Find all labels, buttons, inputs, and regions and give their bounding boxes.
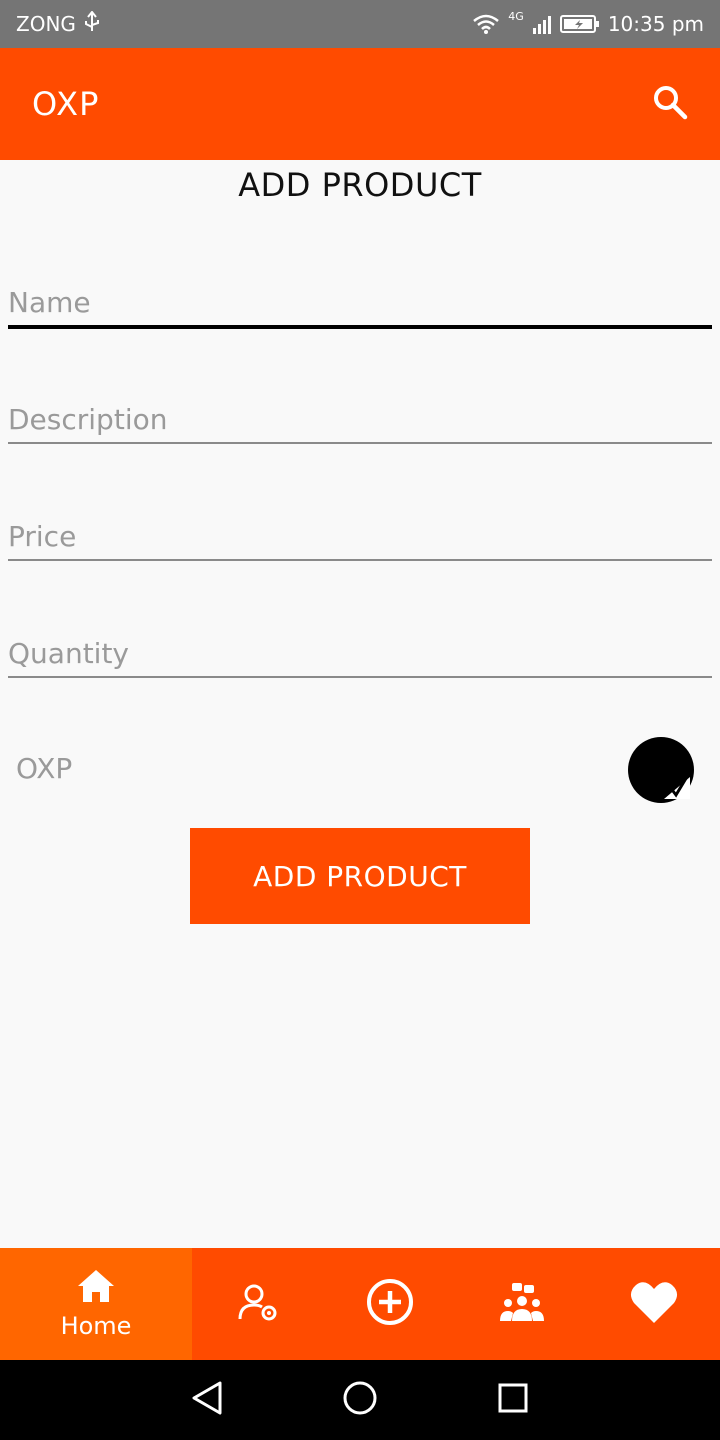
user-settings-icon — [237, 1281, 279, 1327]
search-icon — [652, 84, 688, 124]
wifi-icon — [472, 13, 500, 35]
app-bar: OXP — [0, 48, 720, 160]
nav-home[interactable]: Home — [0, 1248, 192, 1360]
group-chat-icon — [497, 1281, 547, 1327]
name-field-container — [8, 286, 712, 329]
nav-profile-settings[interactable] — [192, 1248, 324, 1360]
price-field-container — [8, 520, 712, 561]
quantity-field-underline — [8, 676, 712, 678]
clock-label: 10:35 pm — [607, 12, 704, 36]
system-back-button[interactable] — [183, 1376, 231, 1424]
carrier-label: ZONG — [16, 12, 76, 36]
add-product-button[interactable]: ADD PRODUCT — [190, 828, 530, 924]
nav-add[interactable] — [324, 1248, 456, 1360]
price-field[interactable] — [8, 520, 712, 559]
usb-icon — [84, 9, 100, 38]
battery-icon — [559, 13, 600, 35]
heart-icon — [629, 1279, 679, 1329]
nav-favorites[interactable] — [588, 1248, 720, 1360]
status-left: ZONG — [16, 9, 100, 38]
recents-square-icon — [497, 1382, 529, 1418]
bottom-navigation: Home — [0, 1248, 720, 1360]
page-heading: ADD PRODUCT — [238, 166, 482, 204]
quantity-field[interactable] — [8, 637, 712, 676]
name-field[interactable] — [8, 286, 712, 325]
signal-icon — [532, 14, 552, 34]
status-bar: ZONG 4G 10:35 pm — [0, 0, 720, 48]
add-circle-icon — [365, 1277, 415, 1331]
nav-home-label: Home — [60, 1312, 132, 1340]
search-button[interactable] — [650, 84, 690, 124]
home-circle-icon — [342, 1380, 378, 1420]
status-right: 4G 10:35 pm — [472, 9, 704, 36]
system-recents-button[interactable] — [489, 1376, 537, 1424]
check-image-icon — [662, 771, 692, 801]
brand-label: OXP — [16, 752, 73, 785]
system-home-button[interactable] — [336, 1376, 384, 1424]
image-picker-button[interactable] — [628, 737, 694, 803]
app-title: OXP — [32, 85, 100, 123]
quantity-field-container — [8, 637, 712, 678]
nav-community[interactable] — [456, 1248, 588, 1360]
name-field-underline — [8, 325, 712, 329]
description-field-underline — [8, 442, 712, 444]
system-navigation-bar — [0, 1360, 720, 1440]
price-field-underline — [8, 559, 712, 561]
description-field-container — [8, 403, 712, 444]
home-icon — [76, 1268, 116, 1308]
network-type-label: 4G — [508, 9, 524, 23]
description-field[interactable] — [8, 403, 712, 442]
back-triangle-icon — [190, 1380, 224, 1420]
